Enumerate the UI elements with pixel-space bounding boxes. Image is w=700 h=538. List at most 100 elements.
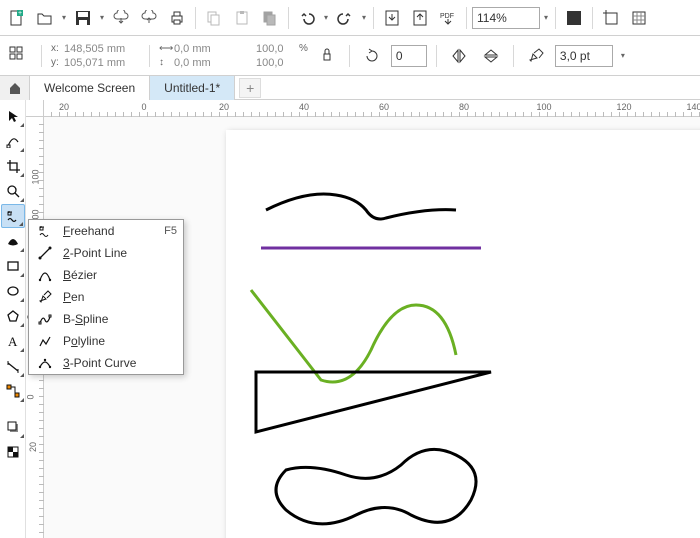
flyout-label: Polyline: [63, 334, 177, 348]
connector-tool[interactable]: [1, 379, 25, 403]
pick-tool[interactable]: [1, 104, 25, 128]
flyout-item-polyline[interactable]: Polyline: [29, 330, 183, 352]
ruler-horizontal[interactable]: 20 0 20 40 60 80 100 120 140: [44, 100, 700, 117]
cloud-download-button[interactable]: [108, 5, 134, 31]
shape-tool[interactable]: [1, 129, 25, 153]
presets-button[interactable]: [6, 43, 32, 69]
redo-button[interactable]: [332, 5, 358, 31]
line-weight-dropdown[interactable]: ▾: [619, 43, 627, 69]
svg-text:+: +: [18, 10, 22, 17]
undo-dropdown[interactable]: ▾: [322, 5, 330, 31]
transparency-tool[interactable]: [1, 440, 25, 464]
save-button[interactable]: [70, 5, 96, 31]
dimension-tool[interactable]: [1, 354, 25, 378]
blob-shape: [276, 449, 476, 524]
toolbar-standard: + ▾ ▾ ▾ ▾ PDF 114% ▾: [0, 0, 700, 36]
height-value[interactable]: 0,0 mm: [174, 57, 250, 69]
flyout-item-bspline[interactable]: B-Spline: [29, 308, 183, 330]
toolbox: A: [0, 100, 26, 538]
tab-welcome[interactable]: Welcome Screen: [30, 76, 150, 100]
separator: [149, 45, 150, 67]
polyline-icon: [35, 334, 55, 348]
separator: [373, 7, 374, 29]
rotate-icon: [359, 43, 385, 69]
rectangle-tool[interactable]: [1, 254, 25, 278]
zoom-dropdown[interactable]: ▾: [542, 5, 550, 31]
rotation-input[interactable]: 0: [391, 45, 427, 67]
import-button[interactable]: [379, 5, 405, 31]
pen-icon: [35, 290, 55, 304]
redo-dropdown[interactable]: ▾: [360, 5, 368, 31]
flyout-item-freehand[interactable]: Freehand F5: [29, 220, 183, 242]
separator: [288, 7, 289, 29]
cloud-upload-button[interactable]: [136, 5, 162, 31]
separator: [592, 7, 593, 29]
width-value[interactable]: 0,0 mm: [174, 43, 250, 55]
line-weight-input[interactable]: 3,0 pt: [555, 45, 613, 67]
flyout-label: Freehand: [63, 224, 156, 238]
separator: [466, 7, 467, 29]
separator: [436, 45, 437, 67]
home-tab[interactable]: [0, 76, 30, 100]
tab-untitled-1[interactable]: Untitled-1*: [150, 76, 235, 100]
separator: [555, 7, 556, 29]
save-dropdown[interactable]: ▾: [98, 5, 106, 31]
flyout-item-pen[interactable]: Pen: [29, 286, 183, 308]
flyout-label: B-Spline: [63, 312, 177, 326]
zoom-value: 114%: [477, 11, 507, 25]
new-tab-button[interactable]: +: [239, 78, 261, 98]
fullscreen-button[interactable]: [561, 5, 587, 31]
new-file-button[interactable]: +: [4, 5, 30, 31]
y-position[interactable]: 105,071 mm: [64, 57, 140, 69]
bspline-icon: [35, 312, 55, 326]
zoom-level-input[interactable]: 114%: [472, 7, 540, 29]
artistic-media-tool[interactable]: [1, 229, 25, 253]
copy-button[interactable]: [201, 5, 227, 31]
text-tool[interactable]: A: [1, 329, 25, 353]
flyout-item-bezier[interactable]: Bézier: [29, 264, 183, 286]
grid-button[interactable]: [626, 5, 652, 31]
green-curve: [251, 290, 456, 382]
drop-shadow-tool[interactable]: [1, 415, 25, 439]
freehand-flyout: Freehand F5 2-Point Line Bézier Pen B-Sp…: [28, 219, 184, 375]
ellipse-tool[interactable]: [1, 279, 25, 303]
flyout-label: 3-Point Curve: [63, 356, 177, 370]
separator: [513, 45, 514, 67]
position-group: x:148,505 mm y:105,071 mm: [51, 43, 140, 69]
scale-group: 100,0% 100,0: [256, 43, 308, 69]
bezier-icon: [35, 268, 55, 282]
rulers-button[interactable]: [598, 5, 624, 31]
size-group: ⟷0,0 mm ↕0,0 mm: [159, 43, 250, 69]
x-position[interactable]: 148,505 mm: [64, 43, 140, 55]
mirror-v-button[interactable]: [478, 43, 504, 69]
separator: [41, 45, 42, 67]
separator: [349, 45, 350, 67]
polygon-tool[interactable]: [1, 304, 25, 328]
flyout-item-3point-curve[interactable]: 3-Point Curve: [29, 352, 183, 374]
paste-button[interactable]: [229, 5, 255, 31]
print-button[interactable]: [164, 5, 190, 31]
svg-text:A: A: [8, 334, 18, 348]
scale-y[interactable]: 100,0: [256, 57, 296, 69]
three-point-curve-icon: [35, 356, 55, 370]
toolbar-property: x:148,505 mm y:105,071 mm ⟷0,0 mm ↕0,0 m…: [0, 36, 700, 76]
drawing-content: [226, 130, 700, 538]
document-tabs: Welcome Screen Untitled-1* +: [0, 76, 700, 100]
flyout-shortcut: F5: [164, 225, 177, 237]
flyout-label: Pen: [63, 290, 177, 304]
clone-button[interactable]: [257, 5, 283, 31]
open-file-button[interactable]: [32, 5, 58, 31]
flyout-item-2point-line[interactable]: 2-Point Line: [29, 242, 183, 264]
ruler-origin[interactable]: [26, 100, 44, 117]
crop-tool[interactable]: [1, 154, 25, 178]
zoom-tool[interactable]: [1, 179, 25, 203]
scale-x[interactable]: 100,0: [256, 43, 296, 55]
outline-pen-icon: [523, 43, 549, 69]
mirror-h-button[interactable]: [446, 43, 472, 69]
publish-pdf-button[interactable]: PDF: [435, 5, 461, 31]
undo-button[interactable]: [294, 5, 320, 31]
freehand-tool[interactable]: [1, 204, 25, 228]
lock-ratio-button[interactable]: [314, 43, 340, 69]
open-dropdown[interactable]: ▾: [60, 5, 68, 31]
export-button[interactable]: [407, 5, 433, 31]
